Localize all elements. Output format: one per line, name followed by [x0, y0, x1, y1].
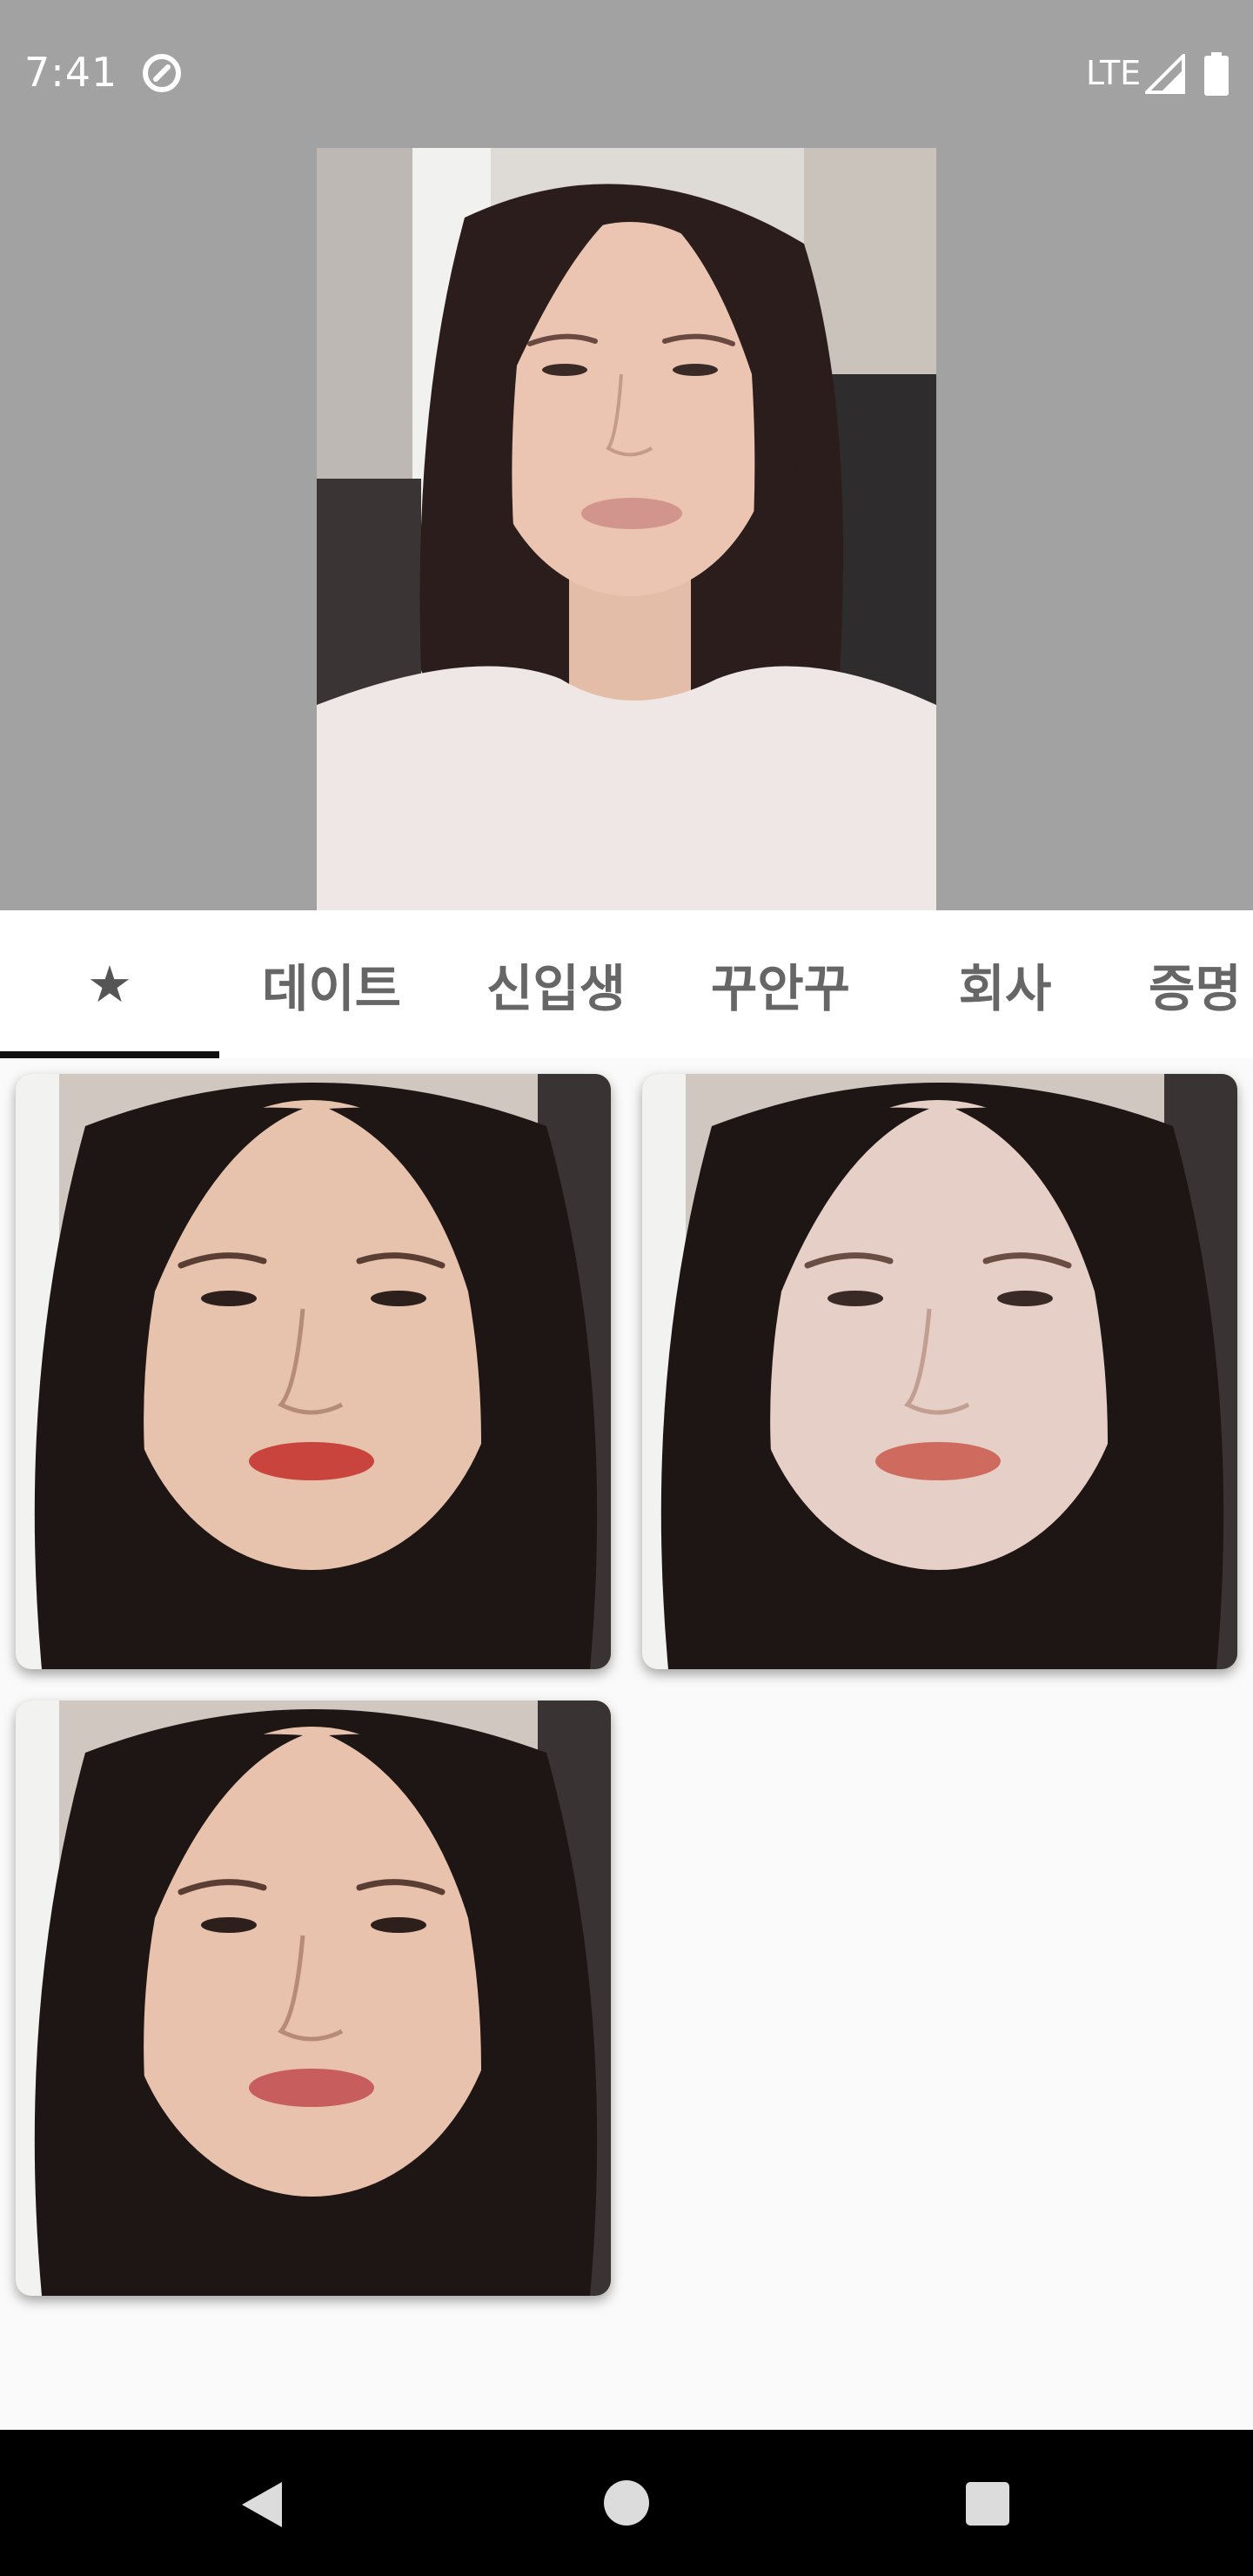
tab-favorites[interactable]: ★ [0, 910, 219, 1058]
result-card-2[interactable] [642, 1074, 1237, 1669]
tab-effortless[interactable]: 꾸안꾸 [668, 910, 893, 1058]
status-time: 7:41 [24, 49, 118, 96]
tab-date[interactable]: 데이트 [219, 910, 444, 1058]
category-tab-bar: ★ 데이트 신입생 꾸안꾸 회사 증명 [0, 910, 1253, 1058]
makeup-result-1 [16, 1074, 611, 1669]
preview-area [0, 148, 1253, 910]
system-navigation-bar [0, 2430, 1253, 2576]
battery-icon [1204, 52, 1229, 96]
back-icon[interactable] [237, 2479, 285, 2531]
tab-id-photo[interactable]: 증명 [1117, 910, 1253, 1058]
tab-freshman[interactable]: 신입생 [444, 910, 668, 1058]
makeup-result-3 [16, 1701, 611, 2296]
result-card-1[interactable] [16, 1074, 611, 1669]
data-saver-icon [143, 54, 181, 92]
home-icon[interactable] [604, 2480, 649, 2526]
status-bar: 7:41 LTE [0, 0, 1253, 148]
portrait-photo [317, 148, 936, 910]
result-card-3[interactable] [16, 1701, 611, 2296]
tab-office[interactable]: 회사 [893, 910, 1117, 1058]
selected-tab-indicator [0, 1051, 219, 1058]
network-type-label: LTE [1086, 54, 1142, 92]
makeup-result-2 [642, 1074, 1237, 1669]
recents-icon[interactable] [966, 2482, 1009, 2526]
signal-icon [1145, 54, 1185, 94]
